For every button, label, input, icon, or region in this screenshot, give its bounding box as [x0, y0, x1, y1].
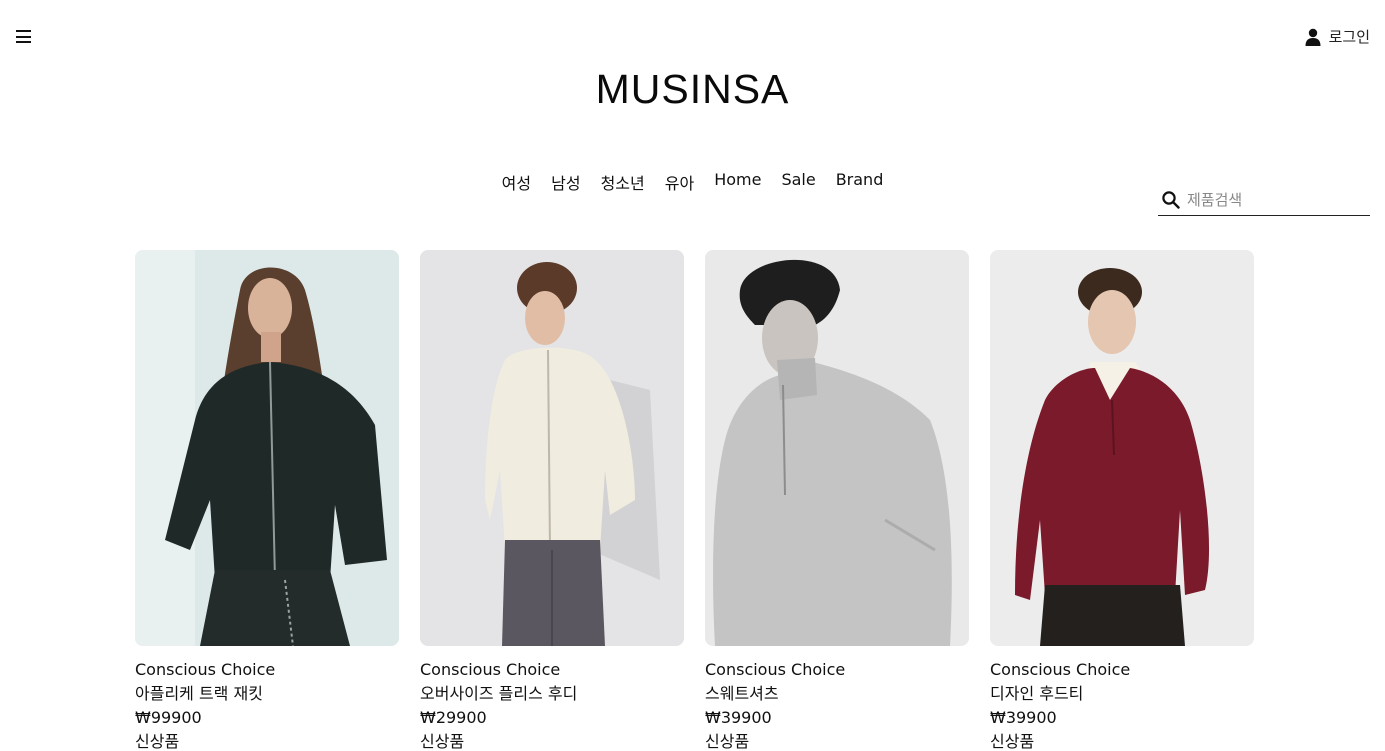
- nav-item-sale[interactable]: Sale: [781, 170, 815, 194]
- page: 로그인 MUSINSA 여성 남성 청소년 유아 Home Sale Brand: [0, 0, 1385, 751]
- product-price: ₩29900: [420, 708, 487, 727]
- product-card[interactable]: Conscious Choice 아플리케 트랙 재킷 ₩99900 신상품: [135, 250, 399, 751]
- product-info: Conscious Choice 아플리케 트랙 재킷 ₩99900 신상품: [135, 658, 399, 751]
- product-brand: Conscious Choice: [990, 660, 1131, 679]
- product-info: Conscious Choice 스웨트셔츠 ₩39900 신상품: [705, 658, 969, 751]
- product-image[interactable]: [135, 250, 399, 646]
- product-image[interactable]: [420, 250, 684, 646]
- product-badge: 신상품: [420, 732, 465, 751]
- product-price: ₩99900: [135, 708, 202, 727]
- product-badge: 신상품: [990, 732, 1035, 751]
- product-image[interactable]: [705, 250, 969, 646]
- product-card[interactable]: Conscious Choice 스웨트셔츠 ₩39900 신상품: [705, 250, 969, 751]
- search-icon[interactable]: [1162, 190, 1180, 209]
- nav-item-men[interactable]: 남성: [551, 170, 580, 194]
- login-label: 로그인: [1328, 28, 1370, 46]
- search-bar: [1158, 184, 1370, 216]
- nav-item-kids[interactable]: 유아: [665, 170, 694, 194]
- product-brand: Conscious Choice: [135, 660, 276, 679]
- nav-item-women[interactable]: 여성: [502, 170, 531, 194]
- product-name[interactable]: 디자인 후드티: [990, 682, 1254, 706]
- search-input[interactable]: [1187, 190, 1357, 209]
- nav-item-teens[interactable]: 청소년: [601, 170, 645, 194]
- product-price: ₩39900: [705, 708, 772, 727]
- user-icon: [1305, 28, 1321, 46]
- product-info: Conscious Choice 디자인 후드티 ₩39900 신상품: [990, 658, 1254, 751]
- login-button[interactable]: 로그인: [1305, 26, 1370, 47]
- product-name[interactable]: 오버사이즈 플리스 후디: [420, 682, 684, 706]
- product-card[interactable]: Conscious Choice 디자인 후드티 ₩39900 신상품: [990, 250, 1254, 751]
- nav-item-brand[interactable]: Brand: [836, 170, 884, 194]
- hamburger-menu-icon[interactable]: [16, 30, 31, 44]
- product-badge: 신상품: [135, 732, 180, 751]
- product-info: Conscious Choice 오버사이즈 플리스 후디 ₩29900 신상품: [420, 658, 684, 751]
- product-name[interactable]: 아플리케 트랙 재킷: [135, 682, 399, 706]
- product-image[interactable]: [990, 250, 1254, 646]
- product-price: ₩39900: [990, 708, 1057, 727]
- product-card[interactable]: Conscious Choice 오버사이즈 플리스 후디 ₩29900 신상품: [420, 250, 684, 751]
- nav-item-home[interactable]: Home: [714, 170, 761, 194]
- product-grid: Conscious Choice 아플리케 트랙 재킷 ₩99900 신상품 C…: [135, 250, 1254, 751]
- product-brand: Conscious Choice: [705, 660, 846, 679]
- brand-logo[interactable]: MUSINSA: [0, 66, 1385, 113]
- product-brand: Conscious Choice: [420, 660, 561, 679]
- product-name[interactable]: 스웨트셔츠: [705, 682, 969, 706]
- product-badge: 신상품: [705, 732, 750, 751]
